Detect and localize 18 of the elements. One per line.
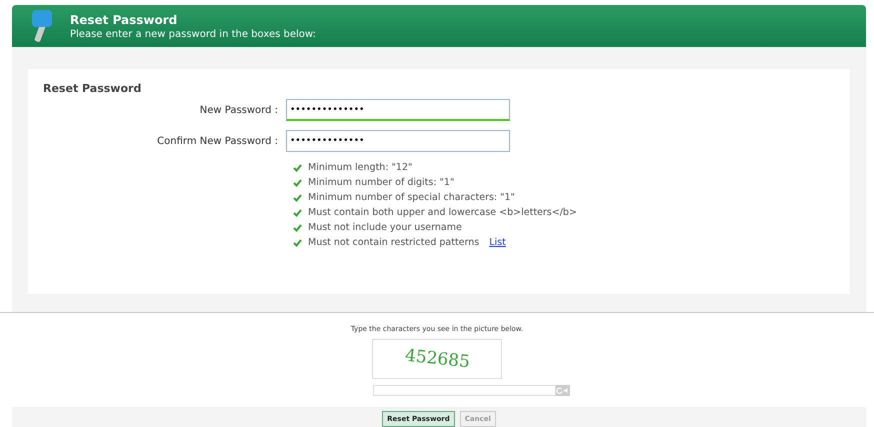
rule-text: Minimum number of digits: "1" (308, 177, 454, 188)
list-link[interactable]: List (489, 237, 506, 248)
refresh-button[interactable] (556, 384, 563, 396)
rule-text: Minimum number of special characters: "1" (308, 192, 515, 203)
rule-text: Must not contain restricted patterns (308, 237, 480, 248)
page-subtitle: Please enter a new password in the boxes below: (70, 28, 316, 40)
rule-text: Must not include your username (308, 222, 462, 233)
form-title: Reset Password (43, 82, 142, 95)
password-field[interactable]: •••••••••••••• (286, 130, 510, 152)
rule-text: Must contain both upper and lowercase <b>letters</b> (308, 207, 577, 218)
field-label: Confirm New Password : (156, 136, 279, 146)
field-label: New Password : (198, 104, 279, 116)
password-field[interactable]: •••••••••••••• (286, 99, 510, 121)
captcha-field[interactable] (373, 384, 556, 396)
captcha-code: 452685 (404, 346, 470, 372)
page-title: Reset Password (70, 12, 178, 26)
audio-button[interactable] (563, 384, 570, 396)
rule-text: Minimum length: "12" (308, 162, 412, 173)
